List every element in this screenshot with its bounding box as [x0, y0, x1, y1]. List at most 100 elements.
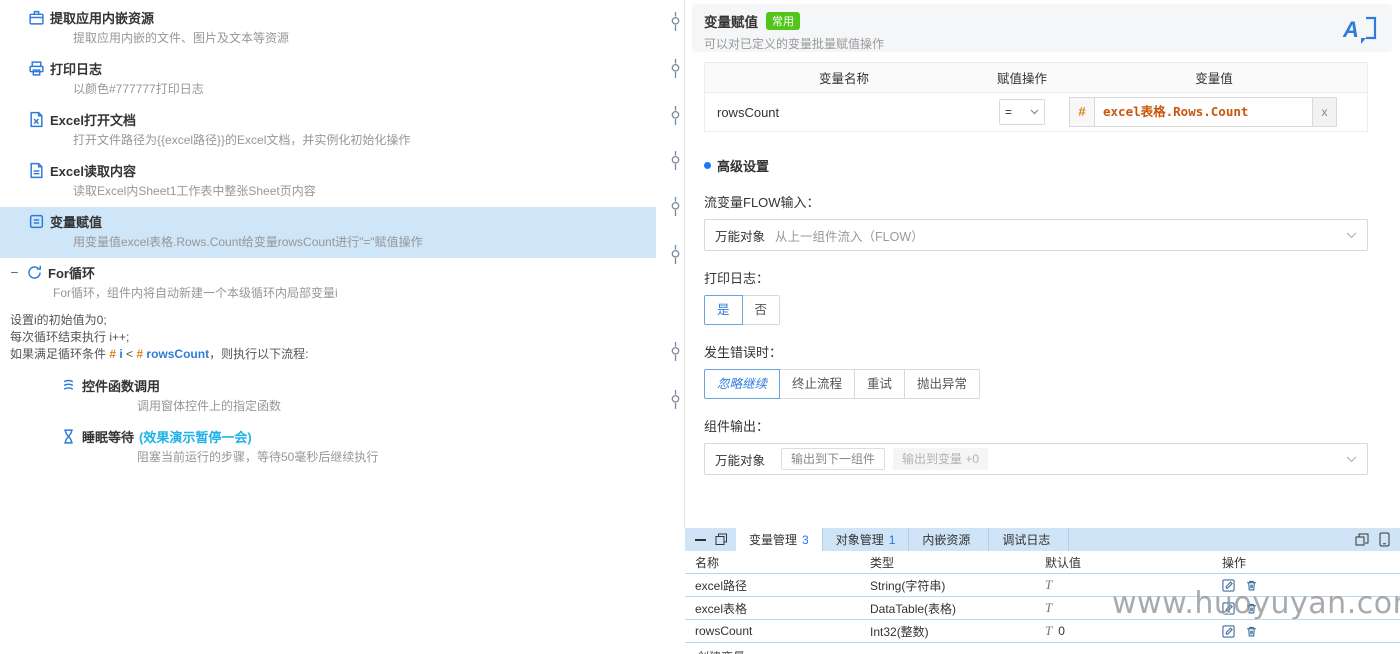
advanced-settings-header: 高级设置 [704, 156, 1392, 175]
print-log-toggle-group: 是 否 [704, 295, 781, 325]
flow-connector-icon [669, 106, 682, 125]
component-output-label: 组件输出： [704, 419, 770, 434]
step-desc: 读取Excel内Sheet1工作表中整张Sheet页内容 [73, 184, 316, 198]
step-print-log[interactable]: 打印日志 以颜色#777777打印日志 [0, 54, 656, 105]
workflow-step-list: 提取应用内嵌资源 提取应用内嵌的文件、图片及文本等资源 打印日志 以颜色#777… [0, 0, 656, 473]
output-next-component-chip[interactable]: 输出到下一组件 [781, 448, 886, 470]
column-header-actions: 操作 [1222, 555, 1247, 570]
print-log-yes-button[interactable]: 是 [704, 295, 743, 325]
variable-type: DataTable(表格) [870, 601, 957, 616]
minimize-panel-icon[interactable] [695, 538, 706, 541]
step-excel-open[interactable]: Excel打开文档 打开文件路径为{{excel路径}}的Excel文档，并实例… [0, 105, 656, 156]
variable-row: rowsCount Int32(整数) T 0 [685, 620, 1400, 643]
assignment-row: rowsCount = # excel表格.Rows.Count x [705, 93, 1367, 131]
variable-token-i: i [116, 347, 123, 361]
on-error-label: 发生错误时： [704, 345, 783, 360]
step-extract-resources[interactable]: 提取应用内嵌资源 提取应用内嵌的文件、图片及文本等资源 [0, 3, 656, 54]
assignment-value-input[interactable]: excel表格.Rows.Count [1095, 97, 1313, 127]
step-desc: For循环，组件内将自动新建一个本级循环内局部变量i [53, 286, 338, 300]
step-title: 睡眠等待 [82, 429, 135, 445]
error-throw-button[interactable]: 抛出异常 [904, 369, 981, 399]
component-logo-icon: A [1342, 13, 1380, 45]
excel-read-icon [28, 162, 45, 179]
print-log-no-button[interactable]: 否 [741, 295, 781, 325]
edit-variable-icon[interactable] [1222, 624, 1235, 638]
delete-variable-icon[interactable] [1245, 625, 1258, 638]
step-function-call[interactable]: 控件函数调用 调用窗体控件上的指定函数 [0, 371, 656, 422]
variable-type: Int32(整数) [870, 624, 929, 639]
tab-debug-log[interactable]: 调试日志 [989, 528, 1070, 551]
variable-default-cell[interactable]: T 0 [1045, 623, 1222, 639]
step-desc: 阻塞当前运行的步骤，等待50毫秒后继续执行 [137, 450, 379, 464]
column-header-name: 名称 [695, 555, 720, 570]
variable-name: excel表格 [695, 601, 748, 616]
flow-input-select[interactable]: 万能对象 从上一组件流入（FLOW） [704, 219, 1368, 251]
expression-hash-button[interactable]: # [1069, 97, 1095, 127]
loop-init-text: 设置i的初始值为0; [10, 313, 107, 327]
excel-document-icon [28, 111, 45, 128]
error-retry-button[interactable]: 重试 [854, 369, 906, 399]
column-header-operation: 赋值操作 [996, 72, 1047, 86]
flow-input-label: 流变量FLOW输入： [704, 195, 820, 210]
tab-count-badge: 1 [888, 532, 896, 547]
float-panel-icon[interactable] [715, 533, 728, 546]
text-type-icon: T [1045, 577, 1053, 592]
resource-box-icon [28, 9, 45, 26]
chevron-down-icon [1030, 109, 1039, 115]
loop-expression-text: 如果满足循环条件 # i < # rowsCount，则执行以下流程: [10, 347, 309, 361]
component-output-select[interactable]: 万能对象 输出到下一组件 输出到变量 +0 [704, 443, 1368, 475]
step-desc: 打开文件路径为{{excel路径}}的Excel文档，并实例化初始化操作 [73, 133, 411, 147]
flow-connector-icon [669, 342, 682, 361]
clear-value-button[interactable]: x [1313, 97, 1337, 127]
on-error-button-group: 忽略继续 终止流程 重试 抛出异常 [704, 369, 981, 399]
step-excel-read[interactable]: Excel读取内容 读取Excel内Sheet1工作表中整张Sheet页内容 [0, 156, 656, 207]
flow-connector-icon [669, 245, 682, 264]
group-panels-icon[interactable] [1355, 533, 1369, 546]
variable-token-rowscount: rowsCount [143, 347, 210, 361]
tab-object-manager[interactable]: 对象管理 1 [823, 528, 910, 551]
step-title: For循环 [48, 265, 95, 281]
step-desc: 提取应用内嵌的文件、图片及文本等资源 [73, 31, 290, 45]
tab-embedded-resources[interactable]: 内嵌资源 [909, 528, 990, 551]
svg-text:A: A [1342, 17, 1359, 42]
variable-name: excel路径 [695, 578, 748, 593]
component-header-card: 变量赋值 常用 可以对已定义的变量批量赋值操作 A [692, 4, 1392, 52]
column-header-value: 变量值 [1195, 72, 1233, 86]
tab-variable-manager[interactable]: 变量管理 3 [736, 528, 823, 551]
step-title: Excel打开文档 [50, 112, 136, 128]
mobile-preview-icon[interactable] [1379, 532, 1390, 547]
assignment-table: 变量名称 赋值操作 变量值 rowsCount = # excel表格.Rows… [704, 62, 1368, 132]
variable-type: String(字符串) [870, 578, 946, 593]
step-title: 打印日志 [50, 61, 103, 77]
step-desc: 用变量值excel表格.Rows.Count给变量rowsCount进行"="赋… [73, 235, 423, 249]
loop-condition-text: 设置i的初始值为0; 每次循环结束执行 i++; 如果满足循环条件 # i < … [0, 312, 656, 363]
component-title: 变量赋值 [704, 15, 758, 30]
watermark: www.huoyuyan.com [1112, 586, 1400, 621]
collapse-toggle[interactable]: − [8, 264, 21, 280]
step-variable-assign[interactable]: 变量赋值 用变量值excel表格.Rows.Count给变量rowsCount进… [0, 207, 656, 258]
flow-connector-icon [669, 59, 682, 78]
step-title-note: (效果演示暂停一会) [139, 429, 252, 445]
create-variable-link[interactable]: 创建变量 [685, 643, 1400, 654]
assignment-table-header: 变量名称 赋值操作 变量值 [705, 63, 1367, 93]
step-sleep-wait[interactable]: 睡眠等待 (效果演示暂停一会) 阻塞当前运行的步骤，等待50毫秒后继续执行 [0, 422, 656, 473]
common-badge: 常用 [766, 12, 800, 30]
flow-connector-icon [669, 151, 682, 170]
flow-input-prefix: 万能对象 [715, 229, 766, 244]
assign-icon [28, 213, 45, 230]
printer-icon [28, 60, 45, 77]
output-to-variable-chip[interactable]: 输出到变量 +0 [893, 448, 989, 470]
hourglass-icon [60, 428, 77, 445]
column-header-default: 默认值 [1045, 555, 1082, 570]
loop-step-text: 每次循环结束执行 i++; [10, 330, 130, 344]
step-title: 变量赋值 [50, 214, 103, 230]
variable-default-value: 0 [1058, 624, 1065, 638]
step-for-loop[interactable]: − For循环 For循环，组件内将自动新建一个本级循环内局部变量i [0, 258, 656, 309]
error-ignore-button[interactable]: 忽略继续 [704, 369, 781, 399]
component-subtitle: 可以对已定义的变量批量赋值操作 [704, 37, 885, 51]
tab-count-badge: 3 [802, 532, 809, 547]
operator-select[interactable]: = [999, 99, 1045, 125]
step-desc: 调用窗体控件上的指定函数 [137, 399, 282, 413]
error-stop-button[interactable]: 终止流程 [779, 369, 856, 399]
variable-name: rowsCount [695, 624, 753, 638]
